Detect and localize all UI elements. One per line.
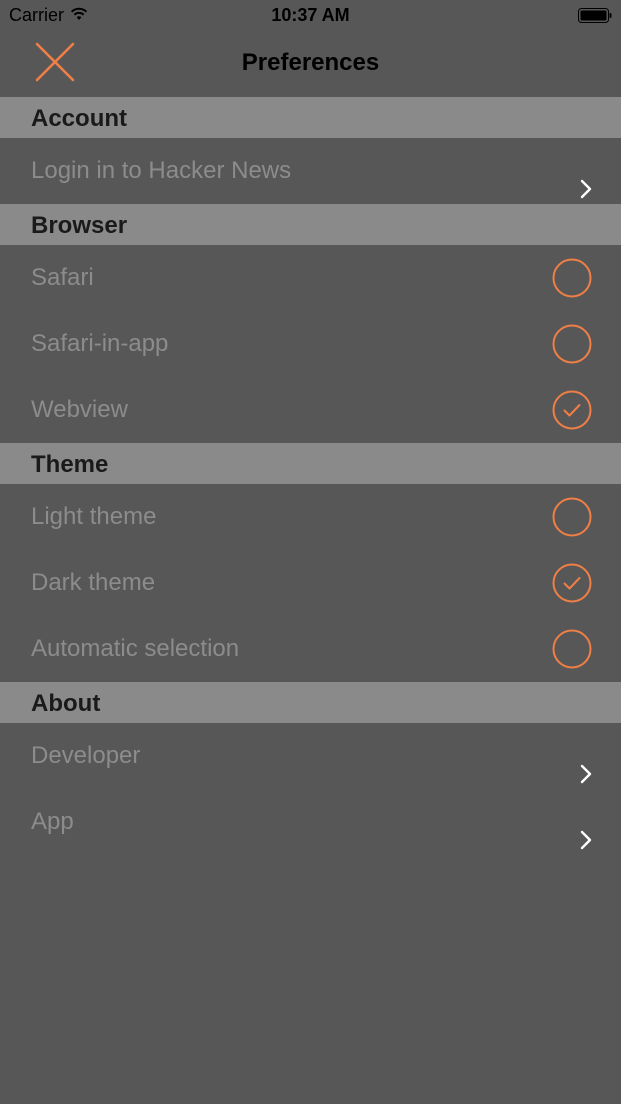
setting-row-label: Light theme bbox=[31, 503, 157, 530]
setting-row-safari[interactable]: Safari bbox=[0, 245, 621, 311]
radio-checked-icon[interactable] bbox=[552, 563, 592, 603]
radio-unchecked-icon[interactable] bbox=[552, 258, 592, 298]
close-icon bbox=[35, 42, 75, 82]
setting-row-light-theme[interactable]: Light theme bbox=[0, 484, 621, 550]
radio-unchecked-icon[interactable] bbox=[552, 497, 592, 537]
setting-row-safari-in-app[interactable]: Safari-in-app bbox=[0, 311, 621, 377]
settings-list: Account Login in to Hacker News Browser Saf… bbox=[0, 97, 621, 855]
section-header-theme: Theme bbox=[0, 443, 621, 484]
status-bar: Carrier 10:37 AM bbox=[0, 0, 621, 32]
close-button[interactable] bbox=[28, 34, 84, 90]
radio-unchecked-icon[interactable] bbox=[552, 629, 592, 669]
navigation-bar: Preferences bbox=[0, 32, 621, 97]
setting-row-label: Webview bbox=[31, 396, 128, 423]
setting-row-label: Dark theme bbox=[31, 569, 156, 596]
setting-row-dark-theme[interactable]: Dark theme bbox=[0, 550, 621, 616]
setting-row-label: Developer bbox=[31, 742, 141, 769]
setting-row-label: Safari-in-app bbox=[31, 330, 169, 357]
radio-unchecked-icon[interactable] bbox=[552, 324, 592, 364]
preferences-screen: Carrier 10:37 AM Preferences Account Log… bbox=[0, 0, 621, 1104]
setting-row-automatic-selection[interactable]: Automatic selection bbox=[0, 616, 621, 682]
status-time: 10:37 AM bbox=[271, 5, 350, 25]
setting-row-app[interactable]: App bbox=[0, 789, 621, 855]
setting-row-label: Automatic selection bbox=[31, 635, 240, 662]
battery-icon bbox=[578, 8, 612, 23]
setting-row-label: Login in to Hacker News bbox=[31, 157, 292, 184]
checkmark-icon bbox=[563, 577, 581, 590]
page-title: Preferences bbox=[241, 49, 380, 76]
chevron-right-icon bbox=[579, 745, 593, 784]
chevron-right-icon bbox=[579, 811, 593, 850]
setting-row-label: Safari bbox=[31, 264, 94, 291]
section-header-browser: Browser bbox=[0, 204, 621, 245]
section-header-account: Account bbox=[0, 97, 621, 138]
radio-checked-icon[interactable] bbox=[552, 390, 592, 430]
setting-row-label: App bbox=[31, 808, 74, 835]
setting-row-login-in-to-hacker-news[interactable]: Login in to Hacker News bbox=[0, 138, 621, 204]
checkmark-icon bbox=[563, 404, 581, 417]
chevron-right-icon bbox=[579, 160, 593, 199]
setting-row-developer[interactable]: Developer bbox=[0, 723, 621, 789]
section-header-about: About bbox=[0, 682, 621, 723]
setting-row-webview[interactable]: Webview bbox=[0, 377, 621, 443]
